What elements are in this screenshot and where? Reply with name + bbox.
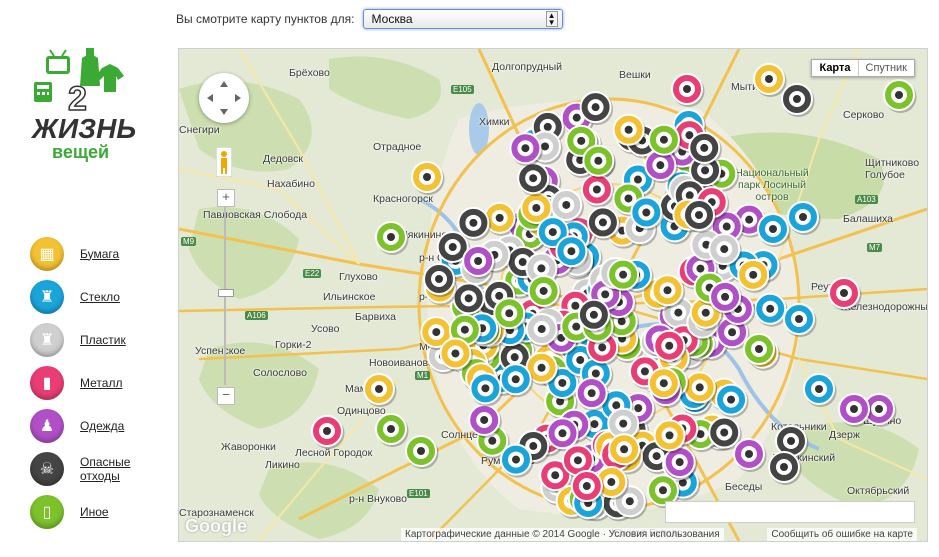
- clothes-icon: ♟: [30, 408, 64, 443]
- collection-point-marker[interactable]: [715, 383, 749, 418]
- map-type-switcher: Карта Спутник: [811, 59, 915, 77]
- collection-point-marker[interactable]: [405, 435, 439, 469]
- pan-arrows-icon: [207, 81, 241, 115]
- map-attribution[interactable]: Картографические данные © 2014 Google · …: [401, 528, 724, 541]
- google-logo[interactable]: Google: [185, 516, 247, 537]
- pan-control[interactable]: [199, 73, 249, 123]
- zoom-in-button[interactable]: +: [217, 189, 235, 207]
- city-selector-bar: Вы смотрите карту пунктов для: Москва ▲ ▼: [176, 8, 563, 30]
- legend-item[interactable]: ▯ Иное: [30, 490, 140, 533]
- zoom-slider-handle[interactable]: [218, 289, 234, 297]
- legend-item[interactable]: ♜ Стекло: [30, 275, 140, 318]
- report-map-error-link[interactable]: Сообщить об ошибке на карте: [767, 528, 917, 541]
- zoom-out-button[interactable]: −: [217, 387, 235, 405]
- city-prompt-label: Вы смотрите карту пунктов для:: [176, 12, 355, 26]
- paper-icon: ▦: [30, 236, 64, 271]
- legend-item[interactable]: ▦ Бумага: [30, 232, 140, 275]
- collection-point-marker[interactable]: [743, 333, 777, 367]
- metal-can-icon: ▮: [30, 365, 64, 400]
- legend-item[interactable]: ☠ Опасные отходы: [30, 447, 140, 490]
- map-info-box: [665, 501, 915, 523]
- zoom-control: + −: [217, 189, 235, 405]
- legend-item[interactable]: ♜ Пластик: [30, 318, 140, 361]
- city-select-value: Москва: [371, 12, 413, 26]
- collection-point-marker[interactable]: [733, 438, 767, 472]
- collection-point-marker[interactable]: [828, 277, 862, 311]
- collection-point-marker[interactable]: [375, 221, 409, 255]
- legend-item-label: Иное: [80, 504, 109, 519]
- collection-point-marker[interactable]: [754, 292, 788, 327]
- map-view[interactable]: Долгопрудный Мытищи Брёхово Вешки Химки Снеги…: [178, 48, 928, 542]
- legend-item-label: Стекло: [80, 289, 120, 304]
- collection-point-marker[interactable]: [363, 373, 397, 407]
- logo-word-life: ЖИЗНЬ: [30, 113, 136, 144]
- collection-point-marker[interactable]: [787, 201, 821, 235]
- plastic-bottle-icon: ♜: [30, 322, 64, 357]
- collection-point-marker[interactable]: [757, 213, 791, 247]
- collection-point-marker[interactable]: [375, 413, 409, 447]
- legend-item[interactable]: ♟ Одежда: [30, 404, 140, 447]
- hazard-icon: ☠: [30, 451, 64, 486]
- site-logo[interactable]: 2 ЖИЗНЬ вещей: [28, 46, 138, 164]
- collection-point-marker[interactable]: [781, 83, 815, 117]
- collection-point-marker[interactable]: [468, 403, 502, 438]
- legend-list: ▦ Бумага ♜ Стекло ♜ Пластик ▮ Металл ♟ Одежда ☠ Опа…: [30, 232, 140, 533]
- collection-point-marker[interactable]: [311, 415, 345, 449]
- collection-point-marker[interactable]: [883, 79, 917, 113]
- phone-icon: ▯: [30, 494, 64, 529]
- map-type-map-button[interactable]: Карта: [812, 60, 857, 76]
- legend-item[interactable]: ▮ Металл: [30, 361, 140, 404]
- select-arrows-icon: ▲ ▼: [545, 11, 558, 27]
- legend-item-label: Пластик: [80, 332, 126, 347]
- collection-point-marker[interactable]: [783, 303, 817, 337]
- collection-point-marker[interactable]: [411, 161, 445, 195]
- map-type-satellite-button[interactable]: Спутник: [857, 60, 914, 76]
- collection-point-marker[interactable]: [671, 73, 705, 107]
- legend-item-label: Опасные отходы: [80, 454, 131, 483]
- collection-point-marker[interactable]: [580, 173, 615, 208]
- legend-item-label: Металл: [80, 375, 123, 390]
- legend-item-label: Одежда: [80, 418, 125, 433]
- logo-graphic: 2 ЖИЗНЬ вещей: [30, 48, 136, 162]
- logo-word-things: вещей: [52, 142, 109, 162]
- collection-point-marker[interactable]: [803, 373, 837, 407]
- legend-item-label: Бумага: [80, 246, 120, 261]
- collection-point-marker[interactable]: [753, 63, 787, 97]
- city-select[interactable]: Москва ▲ ▼: [362, 9, 563, 29]
- street-view-pegman-icon[interactable]: [215, 146, 233, 178]
- glass-bottle-icon: ♜: [30, 279, 64, 314]
- recycling-markers: [311, 63, 917, 522]
